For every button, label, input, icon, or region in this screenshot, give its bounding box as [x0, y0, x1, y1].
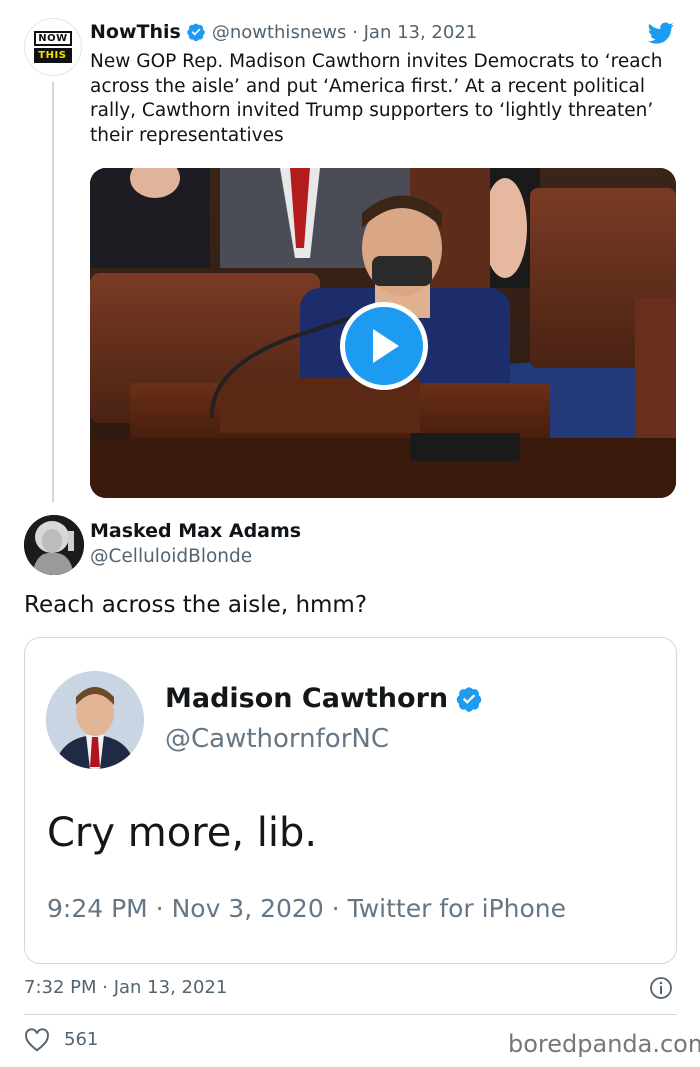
- meta-separator: ·: [352, 21, 358, 43]
- first-tweet-text: New GOP Rep. Madison Cawthorn invites De…: [90, 51, 663, 146]
- reply-timestamp[interactable]: 7:32 PM · Jan 13, 2021: [24, 977, 227, 998]
- embedded-tweet-card[interactable]: Madison Cawthorn @CawthornforNC Cry more…: [24, 637, 677, 964]
- like-count: 561: [64, 1029, 99, 1050]
- tweet-date[interactable]: Jan 13, 2021: [364, 22, 478, 43]
- embedded-author-handle: @CawthornforNC: [165, 724, 389, 754]
- info-icon[interactable]: [649, 976, 673, 1000]
- verified-badge-icon: [187, 23, 205, 42]
- embedded-author-name: Madison Cawthorn: [165, 683, 449, 714]
- play-button[interactable]: [340, 302, 428, 390]
- twitter-bird-icon: [648, 22, 674, 44]
- nowthis-avatar[interactable]: NOW THIS: [24, 18, 82, 76]
- masked-max-adams-avatar[interactable]: [24, 515, 84, 575]
- thread-connector-line: [52, 82, 54, 502]
- reply-tweet-text: Reach across the aisle, hmm?: [24, 592, 368, 618]
- author-handle[interactable]: @nowthisnews: [212, 22, 347, 43]
- embedded-author-row: Madison Cawthorn: [165, 683, 489, 714]
- verified-badge-icon: [456, 686, 482, 712]
- embedded-tweet-meta: 9:24 PM · Nov 3, 2020 · Twitter for iPho…: [47, 894, 567, 923]
- first-tweet-header: NowThis @nowthisnews · Jan 13, 2021: [90, 21, 477, 43]
- heart-icon[interactable]: [24, 1028, 50, 1052]
- boredpanda-watermark: boredpanda.com: [508, 1030, 700, 1058]
- avatar-photo: [24, 515, 84, 575]
- logo-word-this: THIS: [34, 48, 72, 63]
- nowthis-logo: NOW THIS: [34, 31, 72, 63]
- footer-divider: [24, 1014, 677, 1015]
- logo-word-now: NOW: [34, 31, 72, 46]
- reply-author-handle[interactable]: @CelluloidBlonde: [90, 546, 252, 567]
- avatar-photo: [46, 671, 144, 769]
- madison-cawthorn-avatar: [46, 671, 144, 769]
- embedded-tweet-text: Cry more, lib.: [47, 810, 318, 856]
- play-icon: [373, 329, 399, 363]
- author-name[interactable]: NowThis: [90, 21, 181, 43]
- reply-author-name[interactable]: Masked Max Adams: [90, 520, 301, 542]
